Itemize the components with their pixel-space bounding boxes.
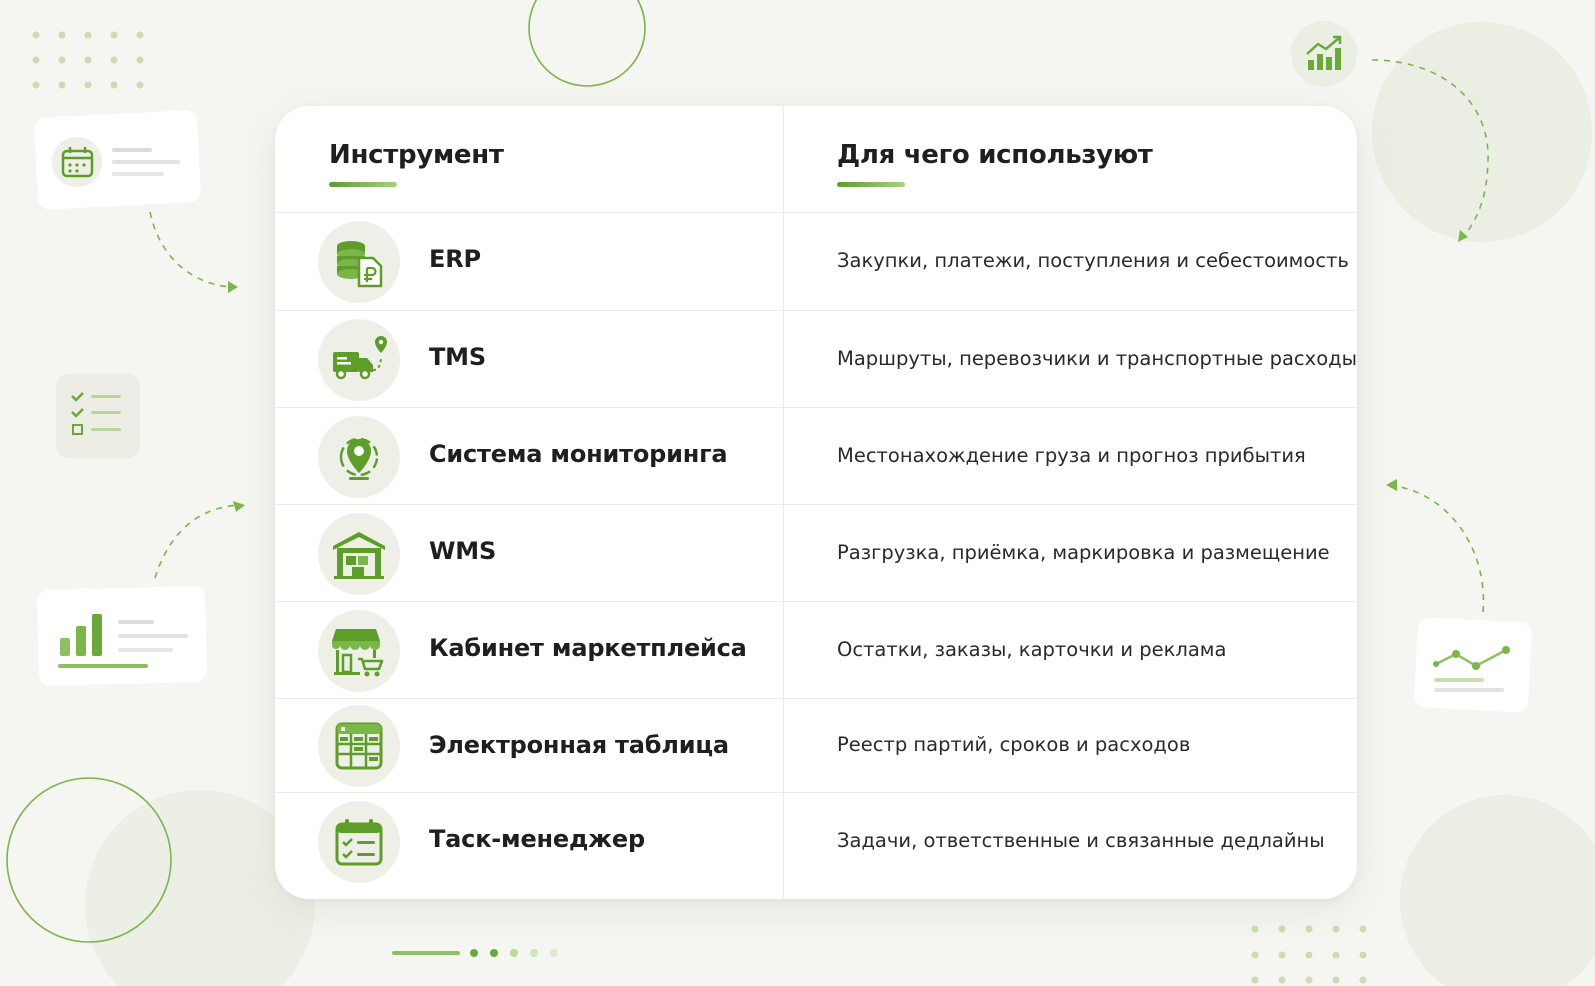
tool-name: Кабинет маркетплейса	[429, 634, 747, 662]
tool-name: Система мониторинга	[429, 440, 728, 468]
checklist-card-icon	[56, 374, 140, 458]
growth-chart-icon	[1291, 21, 1357, 87]
table-row: Система мониторинга Местонахождение груз…	[275, 408, 1357, 505]
header-purpose-underline	[837, 182, 905, 187]
header-tool-underline	[329, 182, 397, 187]
header-tool: Инструмент	[329, 140, 504, 187]
tool-purpose: Задачи, ответственные и связанные дедлай…	[837, 829, 1325, 852]
delivery-truck-route-icon	[318, 319, 400, 401]
tool-purpose: Местонахождение груза и прогноз прибытия	[837, 444, 1306, 467]
header-tool-title: Инструмент	[329, 140, 504, 170]
line-chart-card-icon	[1414, 617, 1532, 713]
table-row: Электронная таблица Реестр партий, сроко…	[275, 699, 1357, 793]
tool-name: ERP	[429, 245, 481, 273]
bar-chart-card-icon	[37, 586, 207, 686]
tool-purpose: Закупки, платежи, поступления и себестои…	[837, 249, 1349, 272]
tool-purpose: Реестр партий, сроков и расходов	[837, 733, 1191, 756]
location-pin-monitoring-icon	[318, 416, 400, 498]
tool-name: TMS	[429, 343, 486, 371]
tool-name: Таск-менеджер	[429, 825, 645, 853]
table-header: Инструмент Для чего используют	[275, 106, 1357, 213]
spreadsheet-icon	[318, 705, 400, 787]
database-ruble-document-icon	[318, 221, 400, 303]
tool-name: WMS	[429, 537, 497, 565]
warehouse-icon	[318, 513, 400, 595]
tool-name: Электронная таблица	[429, 731, 729, 759]
tool-purpose: Остатки, заказы, карточки и реклама	[837, 638, 1227, 661]
task-calendar-checklist-icon	[318, 801, 400, 883]
header-purpose: Для чего используют	[837, 140, 1153, 187]
tool-purpose: Маршруты, перевозчики и транспортные рас…	[837, 347, 1357, 370]
marketplace-store-cart-icon	[318, 610, 400, 692]
table-row: Кабинет маркетплейса Остатки, заказы, ка…	[275, 602, 1357, 699]
table-row: Таск-менеджер Задачи, ответственные и св…	[275, 793, 1357, 899]
header-purpose-title: Для чего используют	[837, 140, 1153, 170]
table-row: TMS Маршруты, перевозчики и транспортные…	[275, 311, 1357, 408]
tool-purpose: Разгрузка, приёмка, маркировка и размеще…	[837, 541, 1330, 564]
table-row: ERP Закупки, платежи, поступления и себе…	[275, 213, 1357, 311]
calendar-card-icon	[34, 110, 201, 210]
table-row: WMS Разгрузка, приёмка, маркировка и раз…	[275, 505, 1357, 602]
tools-table-card: Инструмент Для чего используют ERP Закуп…	[275, 106, 1357, 899]
